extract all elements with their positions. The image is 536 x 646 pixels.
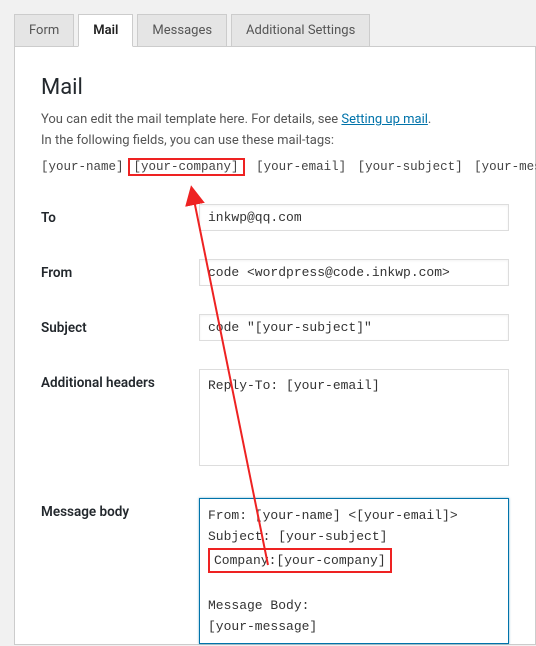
intro-line2: In the following fields, you can use the… <box>41 133 334 148</box>
body-line-message-a: Message Body: <box>208 598 309 613</box>
body-line-subject: Subject: [your-subject] <box>208 529 387 544</box>
input-subject[interactable] <box>199 314 509 341</box>
body-line-from: From: [your-name] <[your-email]> <box>208 508 458 523</box>
link-setting-up-mail[interactable]: Setting up mail <box>341 112 427 127</box>
row-from: From <box>41 259 509 286</box>
tag-your-company-highlighted: [your-company] <box>128 158 245 176</box>
tab-form[interactable]: Form <box>14 14 74 47</box>
tab-mail[interactable]: Mail <box>78 14 133 47</box>
row-subject: Subject <box>41 314 509 341</box>
label-subject: Subject <box>41 314 199 336</box>
tag-your-message: [your-message] <box>474 160 536 174</box>
tab-messages[interactable]: Messages <box>137 14 227 47</box>
row-to: To <box>41 204 509 231</box>
intro-line1-b: . <box>428 112 431 127</box>
body-line-message-b: [your-message] <box>208 619 317 634</box>
intro-text: You can edit the mail template here. For… <box>41 110 509 152</box>
label-from: From <box>41 259 199 281</box>
tab-additional-settings[interactable]: Additional Settings <box>231 14 370 47</box>
label-to: To <box>41 204 199 226</box>
textarea-additional-headers[interactable]: Reply-To: [your-email] <box>199 369 509 466</box>
tag-your-name: [your-name] <box>41 160 124 174</box>
section-title: Mail <box>41 75 509 100</box>
label-additional-headers: Additional headers <box>41 369 199 391</box>
tag-your-email: [your-email] <box>256 160 346 174</box>
row-additional-headers: Additional headers Reply-To: [your-email… <box>41 369 509 470</box>
intro-line1-a: You can edit the mail template here. For… <box>41 112 341 127</box>
input-to[interactable] <box>199 204 509 231</box>
tabs: Form Mail Messages Additional Settings <box>14 14 536 46</box>
mail-tags-row: [your-name] [your-company] [your-email] [… <box>41 158 509 176</box>
label-message-body: Message body <box>41 498 199 520</box>
textarea-message-body[interactable]: From: [your-name] <[your-email]> Subject… <box>199 498 509 645</box>
row-message-body: Message body From: [your-name] <[your-em… <box>41 498 509 645</box>
body-line-company-highlighted: Company:[your-company] <box>208 548 392 573</box>
input-from[interactable] <box>199 259 509 286</box>
mail-panel: Mail You can edit the mail template here… <box>14 46 536 645</box>
tag-your-subject: [your-subject] <box>358 160 463 174</box>
